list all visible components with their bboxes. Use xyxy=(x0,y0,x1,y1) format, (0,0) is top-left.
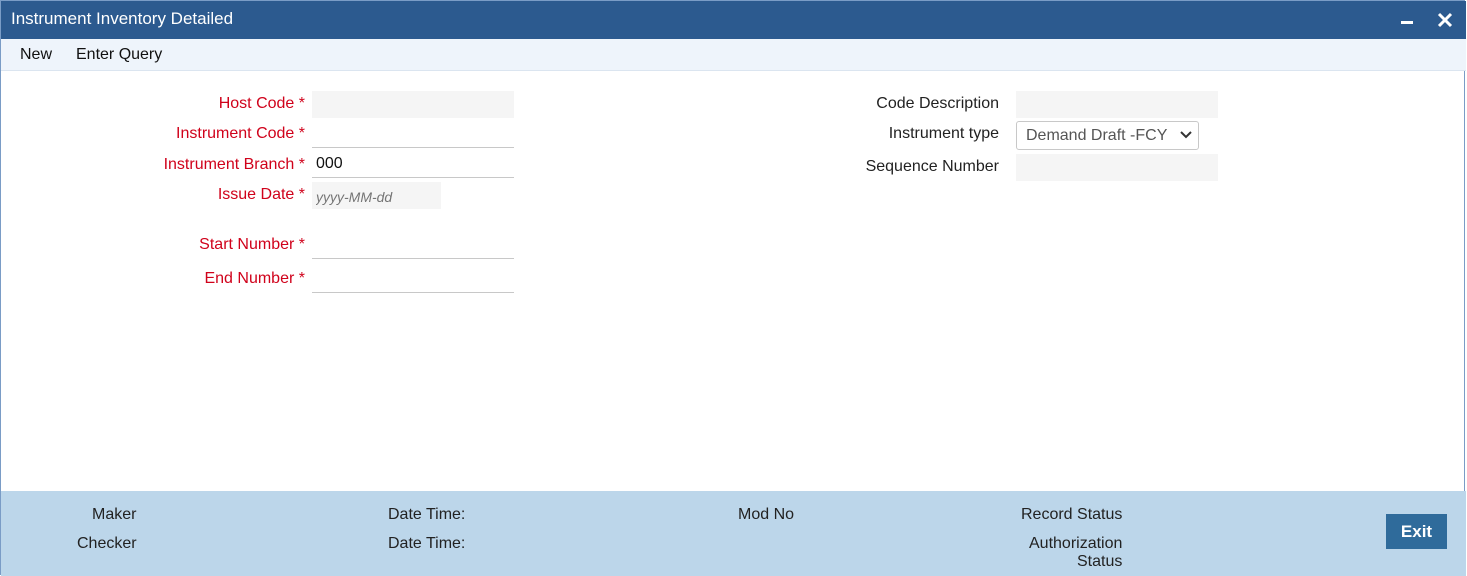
menu-item-new[interactable]: New xyxy=(20,46,52,64)
end-number-field[interactable] xyxy=(312,266,514,293)
close-icon[interactable] xyxy=(1435,9,1455,31)
record-status-label: Record Status xyxy=(1021,506,1123,523)
mod-no-label: Mod No xyxy=(738,506,795,523)
checker-label: Checker xyxy=(77,535,137,552)
host-code-label: Host Code * xyxy=(219,95,305,113)
required-marker: * xyxy=(298,270,305,287)
audit-footer: Maker Checker Date Time: Date Time: Mod … xyxy=(1,491,1466,576)
end-number-label: End Number * xyxy=(204,270,305,288)
exit-button[interactable]: Exit xyxy=(1386,514,1447,549)
end-number-label-text: End Number xyxy=(204,270,295,287)
required-marker: * xyxy=(298,186,305,203)
instrument-inventory-window: Instrument Inventory Detailed New Enter … xyxy=(0,0,1466,576)
start-number-label-text: Start Number xyxy=(199,236,295,253)
instrument-code-label-text: Instrument Code xyxy=(176,125,295,142)
instrument-type-selected-value: Demand Draft -FCY xyxy=(1026,127,1168,144)
menu-bar: New Enter Query xyxy=(1,39,1466,71)
required-marker: * xyxy=(298,125,305,142)
maker-label: Maker xyxy=(92,506,137,523)
instrument-branch-label: Instrument Branch * xyxy=(164,156,305,174)
instrument-branch-label-text: Instrument Branch xyxy=(163,156,295,173)
start-number-label: Start Number * xyxy=(199,236,305,254)
authorization-status-label-line2: Status xyxy=(1077,553,1123,570)
authorization-status-label-line1: Authorization xyxy=(1029,535,1123,552)
instrument-code-label: Instrument Code * xyxy=(176,125,305,143)
instrument-type-select[interactable]: Demand Draft -FCY xyxy=(1016,121,1199,150)
checker-datetime-label: Date Time: xyxy=(388,535,466,552)
window-title: Instrument Inventory Detailed xyxy=(11,9,234,28)
instrument-type-label: Instrument type xyxy=(888,125,999,142)
instrument-branch-field[interactable] xyxy=(312,151,514,178)
title-bar: Instrument Inventory Detailed xyxy=(1,1,1466,39)
required-marker: * xyxy=(298,95,305,112)
start-number-field[interactable] xyxy=(312,232,514,259)
host-code-label-text: Host Code xyxy=(218,95,295,112)
code-description-label: Code Description xyxy=(876,95,999,112)
minimize-icon[interactable] xyxy=(1399,10,1417,30)
required-marker: * xyxy=(298,156,305,173)
required-marker: * xyxy=(298,236,305,253)
issue-date-label-text: Issue Date xyxy=(217,186,295,203)
maker-datetime-label: Date Time: xyxy=(388,506,466,523)
sequence-number-label: Sequence Number xyxy=(865,158,999,175)
sequence-number-field[interactable] xyxy=(1016,154,1218,181)
menu-item-enter-query[interactable]: Enter Query xyxy=(76,46,162,64)
instrument-code-field[interactable] xyxy=(312,121,514,148)
chevron-down-icon xyxy=(1179,128,1193,142)
code-description-field[interactable] xyxy=(1016,91,1218,118)
issue-date-field[interactable] xyxy=(312,182,441,209)
host-code-field[interactable] xyxy=(312,91,514,118)
issue-date-label: Issue Date * xyxy=(218,186,305,204)
